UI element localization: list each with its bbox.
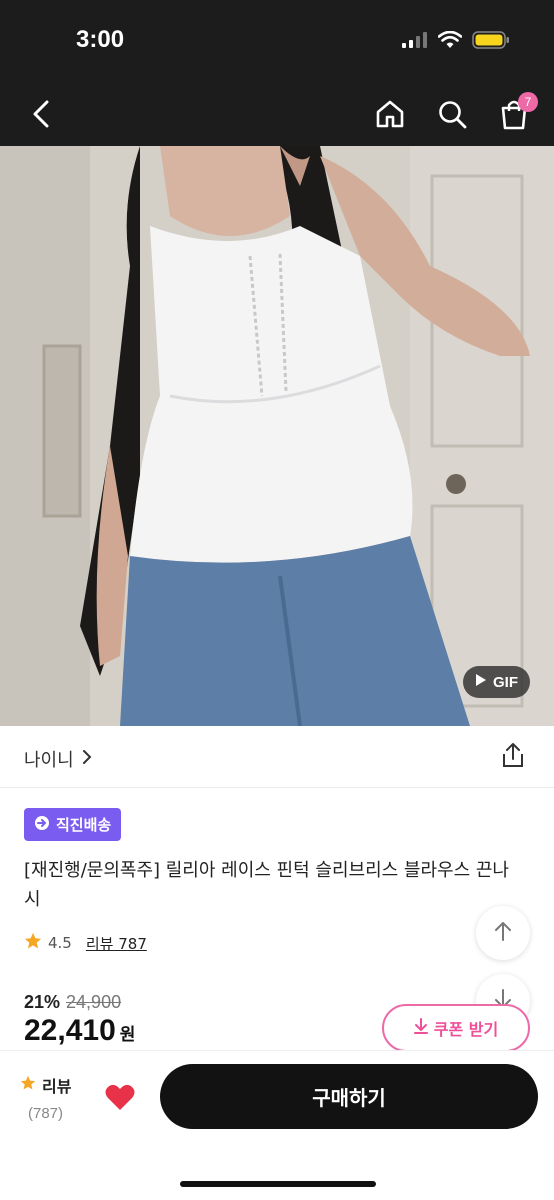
- sale-price: 22,410: [24, 1014, 116, 1047]
- heart-icon: [105, 1084, 135, 1115]
- signal-icon: [402, 32, 428, 52]
- review-summary-count: (787): [28, 1105, 64, 1122]
- price-unit: 원: [119, 1025, 136, 1045]
- home-indicator: [180, 1181, 376, 1187]
- original-price: 24,900: [66, 992, 122, 1012]
- gif-label: GIF: [493, 673, 518, 691]
- delivery-icon: [34, 815, 50, 835]
- discount-row: 21% 24,900: [24, 992, 121, 1013]
- nav-actions: 7: [370, 92, 538, 136]
- product-title: [재진행/문의폭주] 릴리아 레이스 핀턱 슬리브리스 블라우스 끈나시: [24, 860, 509, 910]
- review-summary[interactable]: 리뷰 (787): [20, 1073, 90, 1122]
- cart-button[interactable]: 7: [494, 92, 538, 136]
- search-button[interactable]: [432, 96, 472, 136]
- coupon-label: 쿠폰 받기: [433, 1020, 499, 1039]
- direct-delivery-label: 직진배송: [56, 816, 112, 834]
- back-button[interactable]: [26, 98, 56, 134]
- status-icons: [402, 30, 510, 54]
- share-icon: [500, 742, 526, 772]
- bottom-purchase-bar: 리뷰 (787) 구매하기: [0, 1050, 554, 1200]
- nav-bar: 7: [0, 86, 554, 146]
- star-icon: [20, 1075, 36, 1095]
- status-bar: 3:00: [0, 0, 554, 86]
- review-count-link[interactable]: 리뷰 787: [86, 933, 147, 954]
- search-icon: [437, 99, 467, 133]
- discount-percent: 21%: [24, 992, 61, 1012]
- gif-badge[interactable]: GIF: [463, 666, 530, 698]
- like-button[interactable]: [100, 1079, 140, 1119]
- product-image[interactable]: GIF: [0, 146, 554, 726]
- home-icon: [375, 99, 405, 133]
- rating-value: 4.5: [48, 934, 72, 952]
- brand-name: 나이니: [24, 750, 74, 771]
- chevron-left-icon: [31, 99, 51, 133]
- wifi-icon: [437, 30, 463, 53]
- brand-row: 나이니: [0, 726, 554, 788]
- cart-count-badge: 7: [518, 92, 538, 112]
- rating-row: 4.5 리뷰 787: [24, 932, 147, 954]
- play-icon: [475, 673, 487, 691]
- brand-link[interactable]: 나이니: [24, 746, 92, 772]
- chevron-right-icon: [82, 749, 92, 770]
- arrow-up-icon: [493, 920, 513, 946]
- review-summary-title-row: 리뷰: [20, 1073, 90, 1097]
- review-summary-title: 리뷰: [42, 1077, 72, 1096]
- direct-delivery-tag: 직진배송: [24, 808, 122, 841]
- price-row: 22,410 원: [24, 1014, 135, 1048]
- home-button[interactable]: [370, 96, 410, 136]
- coupon-button[interactable]: 쿠폰 받기: [382, 1004, 530, 1052]
- product-photo: [0, 146, 554, 726]
- status-time: 3:00: [76, 26, 125, 53]
- star-icon: [24, 932, 42, 954]
- share-button[interactable]: [498, 742, 528, 772]
- scroll-top-button[interactable]: [476, 906, 530, 960]
- battery-icon: [472, 30, 510, 54]
- download-icon: [413, 1018, 428, 1038]
- buy-button[interactable]: 구매하기: [160, 1064, 538, 1129]
